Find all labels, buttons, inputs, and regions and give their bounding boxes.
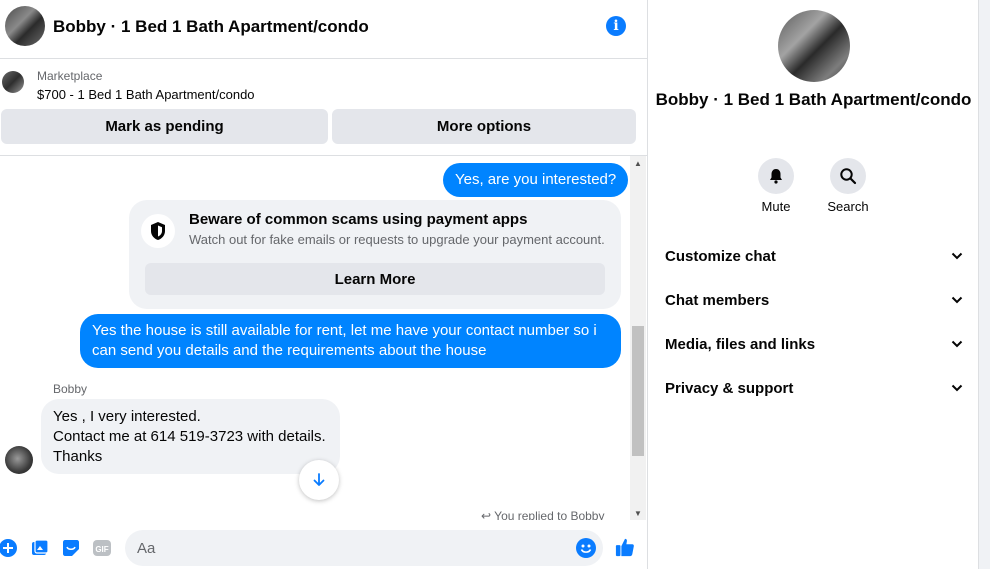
search-label: Search [827, 199, 869, 214]
conversation-title[interactable]: Bobby · 1 Bed 1 Bath Apartment/condo [53, 17, 369, 37]
message-input[interactable] [137, 538, 557, 558]
search-icon [830, 158, 866, 194]
chevron-down-icon [949, 380, 965, 396]
scroll-to-bottom-button[interactable] [299, 460, 339, 500]
section-media-files-links[interactable]: Media, files and links [665, 332, 965, 356]
section-chat-members[interactable]: Chat members [665, 288, 965, 312]
marketplace-label: Marketplace [37, 69, 103, 83]
shield-icon [141, 214, 175, 248]
more-options-button[interactable]: More options [332, 109, 636, 144]
chevron-down-icon [949, 336, 965, 352]
window-edge [978, 0, 990, 569]
message-composer: GIF [0, 525, 648, 569]
replied-note: ↩ You replied to Bobby [481, 509, 604, 520]
message-scrollbar[interactable]: ▲ ▼ [630, 156, 646, 520]
search-button[interactable]: Search [818, 158, 878, 214]
arrow-down-icon [313, 473, 325, 486]
incoming-line: Yes , I very interested. [53, 408, 201, 425]
sticker-icon[interactable] [61, 538, 81, 558]
gif-icon[interactable]: GIF [92, 538, 112, 558]
like-icon[interactable] [615, 537, 635, 557]
incoming-line: Contact me at 614 519-3723 with details. [53, 428, 326, 445]
outgoing-message[interactable]: Yes, are you interested? [443, 163, 629, 197]
mute-label: Mute [761, 199, 791, 214]
marketplace-banner: Marketplace $700 - 1 Bed 1 Bath Apartmen… [0, 60, 648, 156]
sender-name: Bobby [53, 382, 88, 396]
section-label: Privacy & support [665, 379, 794, 397]
conversation-avatar[interactable] [5, 6, 45, 46]
sender-avatar[interactable] [5, 446, 33, 474]
learn-more-button[interactable]: Learn More [145, 263, 605, 295]
scroll-up-arrow[interactable]: ▲ [630, 156, 646, 170]
chevron-down-icon [949, 292, 965, 308]
gif-text: GIF [95, 545, 108, 554]
section-label: Chat members [665, 291, 770, 309]
scam-warning-subtitle: Watch out for fake emails or requests to… [189, 232, 605, 247]
section-customize-chat[interactable]: Customize chat [665, 244, 965, 268]
scroll-down-arrow[interactable]: ▼ [630, 506, 646, 520]
scam-warning-title: Beware of common scams using payment app… [189, 211, 528, 228]
scrollbar-thumb[interactable] [632, 326, 644, 456]
chevron-down-icon [949, 248, 965, 264]
listing-title[interactable]: $700 - 1 Bed 1 Bath Apartment/condo [37, 87, 255, 102]
conversation-avatar-large[interactable] [778, 10, 850, 82]
info-icon[interactable]: i [606, 16, 626, 36]
emoji-icon[interactable] [576, 538, 596, 558]
replied-note-text: You replied to Bobby [494, 509, 605, 520]
message-input-container[interactable] [125, 530, 603, 566]
mark-as-pending-button[interactable]: Mark as pending [1, 109, 328, 144]
bell-icon [758, 158, 794, 194]
details-title: Bobby · 1 Bed 1 Bath Apartment/condo [655, 90, 972, 109]
section-privacy-support[interactable]: Privacy & support [665, 376, 965, 400]
message-list[interactable]: Yes, are you interested? Beware of commo… [0, 156, 630, 520]
conversation-details-panel: Bobby · 1 Bed 1 Bath Apartment/condo Mut… [649, 0, 978, 569]
mute-button[interactable]: Mute [746, 158, 806, 214]
incoming-message[interactable]: Yes , I very interested. Contact me at 6… [41, 399, 340, 474]
plus-icon[interactable] [0, 538, 18, 558]
chat-header: Bobby · 1 Bed 1 Bath Apartment/condo i [0, 0, 648, 59]
incoming-line: Thanks [53, 448, 103, 465]
section-label: Media, files and links [665, 335, 816, 353]
outgoing-message[interactable]: Yes the house is still available for ren… [80, 314, 621, 368]
section-label: Customize chat [665, 247, 776, 265]
image-icon[interactable] [30, 538, 50, 558]
scam-warning-card: Beware of common scams using payment app… [129, 200, 621, 309]
reply-icon: ↩ [481, 509, 495, 520]
listing-thumbnail[interactable] [2, 71, 24, 93]
chat-pane: Bobby · 1 Bed 1 Bath Apartment/condo i M… [0, 0, 648, 569]
